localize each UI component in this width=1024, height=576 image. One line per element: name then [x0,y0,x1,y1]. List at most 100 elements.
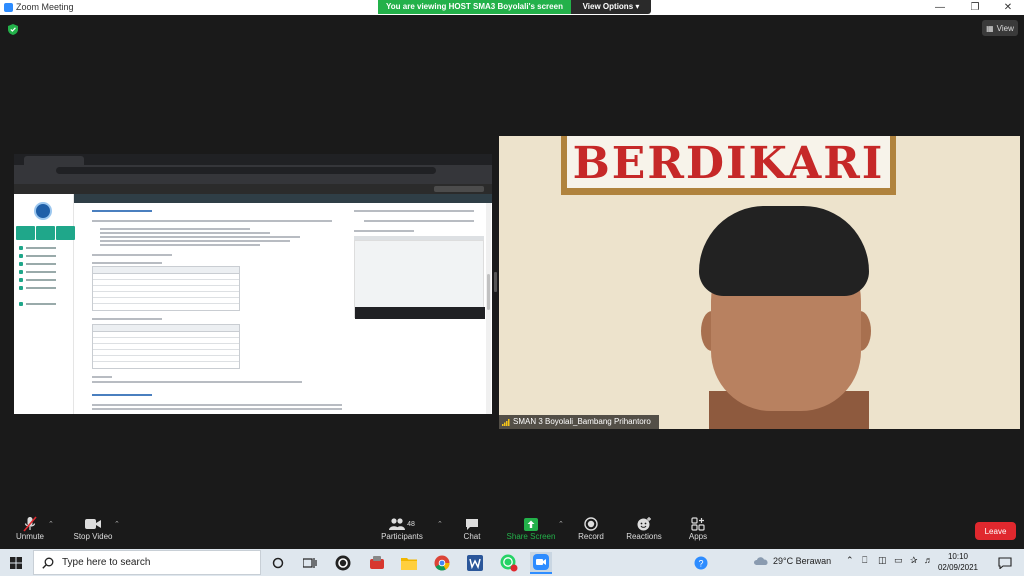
browser-tab[interactable] [24,156,84,165]
task-view-icon[interactable] [299,552,321,574]
lms-top-navigation [74,194,492,203]
search-icon [42,557,54,569]
announcement-title[interactable] [92,210,152,212]
record-icon [582,516,600,532]
announcement-content [84,206,346,414]
close-icon[interactable]: ✕ [992,0,1024,15]
stop-video-label: Stop Video [73,532,113,541]
keluar-tile[interactable] [56,226,75,240]
zoom-taskbar-icon[interactable] [530,552,552,574]
view-options-label: View Options [582,2,634,11]
dashboard-tile[interactable] [16,226,35,240]
taskbar-clock[interactable]: 10:10 02/09/2021 [936,551,980,575]
view-layout-button[interactable]: ▦ View [982,20,1018,36]
taskbar-search-input[interactable]: Type here to search [33,550,261,575]
encryption-shield-icon[interactable] [8,24,18,35]
chat-bubble-icon [463,516,481,532]
word-icon[interactable] [464,552,486,574]
sidebar-item[interactable] [19,254,69,258]
chat-button[interactable]: Chat [456,516,488,548]
translate-prompt-bar [14,184,492,194]
record-button[interactable]: Record [574,516,608,548]
weather-text: 29°C Berawan [773,555,832,566]
sidebar-item[interactable] [19,286,69,290]
video-tutorial-player[interactable] [354,240,485,319]
window-title: Zoom Meeting [16,2,74,12]
url-field[interactable] [56,167,436,174]
cortana-icon[interactable] [267,552,289,574]
app-icon[interactable] [366,552,388,574]
pengaturan-tile[interactable] [36,226,55,240]
participants-count: 48 [407,520,415,528]
wall-banner: BERDIKARI [567,136,890,189]
sidebar-item[interactable] [19,246,69,250]
grid-icon: ▦ [986,23,994,33]
minimize-icon[interactable]: — [924,0,956,15]
help-icon[interactable]: ? [690,552,712,574]
network-icon[interactable]: ◫ [878,555,887,566]
leave-button[interactable]: Leave [975,522,1016,540]
split-divider-handle[interactable] [494,272,497,292]
sidebar-item[interactable] [19,302,69,306]
schedule-table [92,324,240,369]
share-screen-label: Share Screen [506,532,556,541]
participants-label: Participants [381,532,423,541]
record-label: Record [578,532,604,541]
chevron-down-icon: ▾ [635,2,640,11]
notifications-icon[interactable] [994,552,1016,574]
audio-options-caret[interactable]: ⌃ [48,520,54,528]
right-panel [354,206,485,414]
wifi-icon[interactable]: ✰ [910,555,918,566]
video-controls[interactable] [355,307,485,319]
share-options-caret[interactable]: ⌃ [558,520,564,528]
participant-name-label: SMAN 3 Boyolali_Bambang Prihantoro [499,415,659,429]
video-options-caret[interactable]: ⌃ [114,520,120,528]
chrome-icon[interactable] [431,552,453,574]
view-options-button[interactable]: View Options ▾ [571,0,651,14]
participant-video-tile[interactable]: BERDIKARI SMAN 3 Boyolali_Bambang Prihan… [499,136,1020,429]
schedule-table [92,266,240,311]
unmute-label: Unmute [15,532,44,541]
smiley-plus-icon [635,516,653,532]
reactions-button[interactable]: Reactions [622,516,666,548]
share-screen-button[interactable]: Share Screen [503,516,559,548]
school-logo [34,202,52,220]
apps-icon [689,516,707,532]
battery-icon[interactable]: ▭ [894,555,903,566]
tray-device-icon[interactable]: ⎕ [862,555,867,566]
windows-logo-icon [10,556,22,569]
file-explorer-icon[interactable] [398,552,420,574]
windows-start-button[interactable] [0,549,32,576]
apps-label: Apps [688,532,708,541]
sidebar-item[interactable] [19,270,69,274]
stop-video-button[interactable]: Stop Video [70,516,116,548]
sidebar-item[interactable] [19,262,69,266]
obs-app-icon[interactable] [332,552,354,574]
maximize-icon[interactable]: ❐ [959,0,991,15]
microphone-muted-icon [21,516,39,532]
whatsapp-icon[interactable] [498,552,520,574]
browser-address-bar [14,165,492,176]
share-screen-icon [522,516,540,532]
video-camera-icon [84,516,102,532]
volume-icon[interactable]: ♬ [924,555,933,565]
participants-icon: 48 [382,516,422,532]
browser-tab-strip [14,154,492,165]
participant-hair [699,206,869,296]
wall-banner-text: BERDIKARI [572,138,885,189]
show-hidden-icons-caret[interactable]: ⌃ [846,555,854,566]
bookmarks-bar [14,176,492,184]
apps-button[interactable]: Apps [682,516,714,548]
unmute-button[interactable]: Unmute [12,516,48,548]
shared-screen[interactable] [14,154,492,414]
participants-button[interactable]: 48 Participants [378,516,426,548]
translate-button[interactable] [434,186,484,192]
search-placeholder: Type here to search [62,557,151,568]
participants-options-caret[interactable]: ⌃ [437,520,443,528]
scroll-thumb[interactable] [487,274,490,310]
clock-time: 10:10 [947,552,969,561]
wall-banner-frame: BERDIKARI [561,136,896,195]
sidebar-item[interactable] [19,278,69,282]
weather-widget[interactable]: 29°C Berawan [753,555,831,566]
cloud-icon [754,557,768,565]
